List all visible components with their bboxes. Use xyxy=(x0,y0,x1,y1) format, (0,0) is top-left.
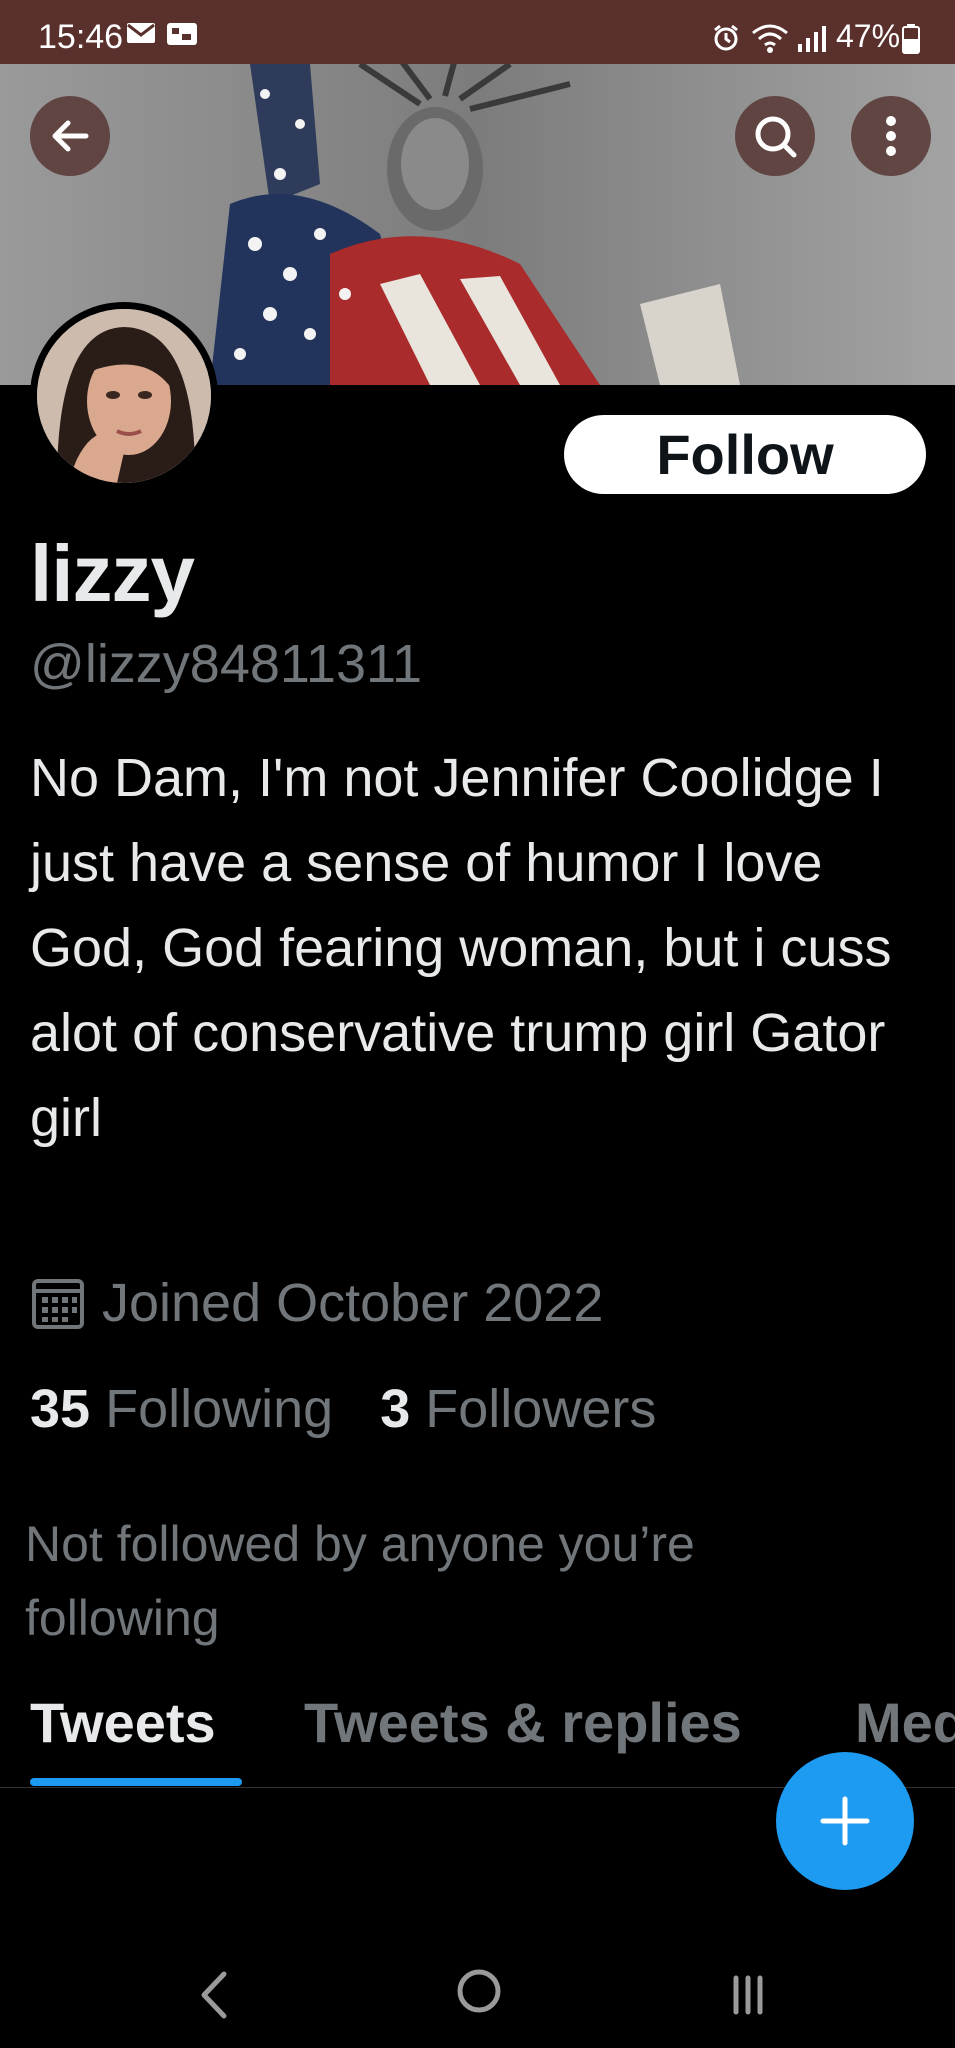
display-name: lizzy xyxy=(30,529,195,618)
plus-icon xyxy=(820,1796,870,1846)
mutual-followers-note: Not followed by anyone you’re following xyxy=(25,1516,695,1646)
profile-avatar[interactable] xyxy=(30,302,218,490)
following-link[interactable]: 35 Following xyxy=(30,1378,333,1440)
joined-label: Joined October 2022 xyxy=(102,1273,604,1333)
nav-home-button[interactable] xyxy=(456,1968,502,2019)
recents-icon xyxy=(733,1975,763,2015)
tab-tweets-and-replies[interactable]: Tweets & replies xyxy=(304,1690,742,1755)
system-navigation-bar xyxy=(0,1930,955,2048)
more-vertical-icon xyxy=(886,116,896,156)
followers-count: 3 xyxy=(380,1379,411,1439)
joined-date: Joined October 2022 xyxy=(30,1268,603,1338)
user-handle: @lizzy84811311 xyxy=(30,634,423,694)
followers-link[interactable]: 3 Followers xyxy=(380,1378,656,1440)
compose-tweet-button[interactable] xyxy=(776,1752,914,1890)
nav-back-button[interactable] xyxy=(196,1970,232,2025)
chevron-left-icon xyxy=(201,1971,227,2019)
tab-media[interactable]: Media xyxy=(855,1690,955,1755)
status-time: 15:46 xyxy=(38,18,124,56)
search-icon xyxy=(755,116,797,158)
mail-icon xyxy=(126,22,156,49)
avatar-photo xyxy=(37,309,211,483)
more-options-button[interactable] xyxy=(851,96,931,176)
home-circle-icon xyxy=(457,1969,501,2013)
wifi-icon xyxy=(750,22,790,59)
following-label: Following xyxy=(105,1379,334,1439)
signal-icon xyxy=(796,24,828,57)
tab-tweets[interactable]: Tweets xyxy=(30,1690,216,1755)
nav-recents-button[interactable] xyxy=(730,1970,766,2025)
followers-label: Followers xyxy=(425,1379,657,1439)
status-bar: 15:46 47% xyxy=(0,0,955,64)
battery-icon xyxy=(902,24,920,59)
back-button[interactable] xyxy=(30,96,110,176)
following-count: 35 xyxy=(30,1379,91,1439)
arrow-left-icon xyxy=(52,120,89,152)
follow-counts: 35 Following 3 Followers xyxy=(30,1378,688,1440)
follow-button[interactable]: Follow xyxy=(564,415,926,494)
calendar-icon xyxy=(32,1279,84,1329)
battery-percent: 47% xyxy=(836,18,901,54)
active-tab-indicator xyxy=(30,1778,242,1786)
profile-bio: No Dam, I'm not Jennifer Coolidge I just… xyxy=(30,748,892,1148)
notification-app-icon xyxy=(166,22,198,51)
alarm-icon xyxy=(712,24,740,57)
search-button[interactable] xyxy=(735,96,815,176)
